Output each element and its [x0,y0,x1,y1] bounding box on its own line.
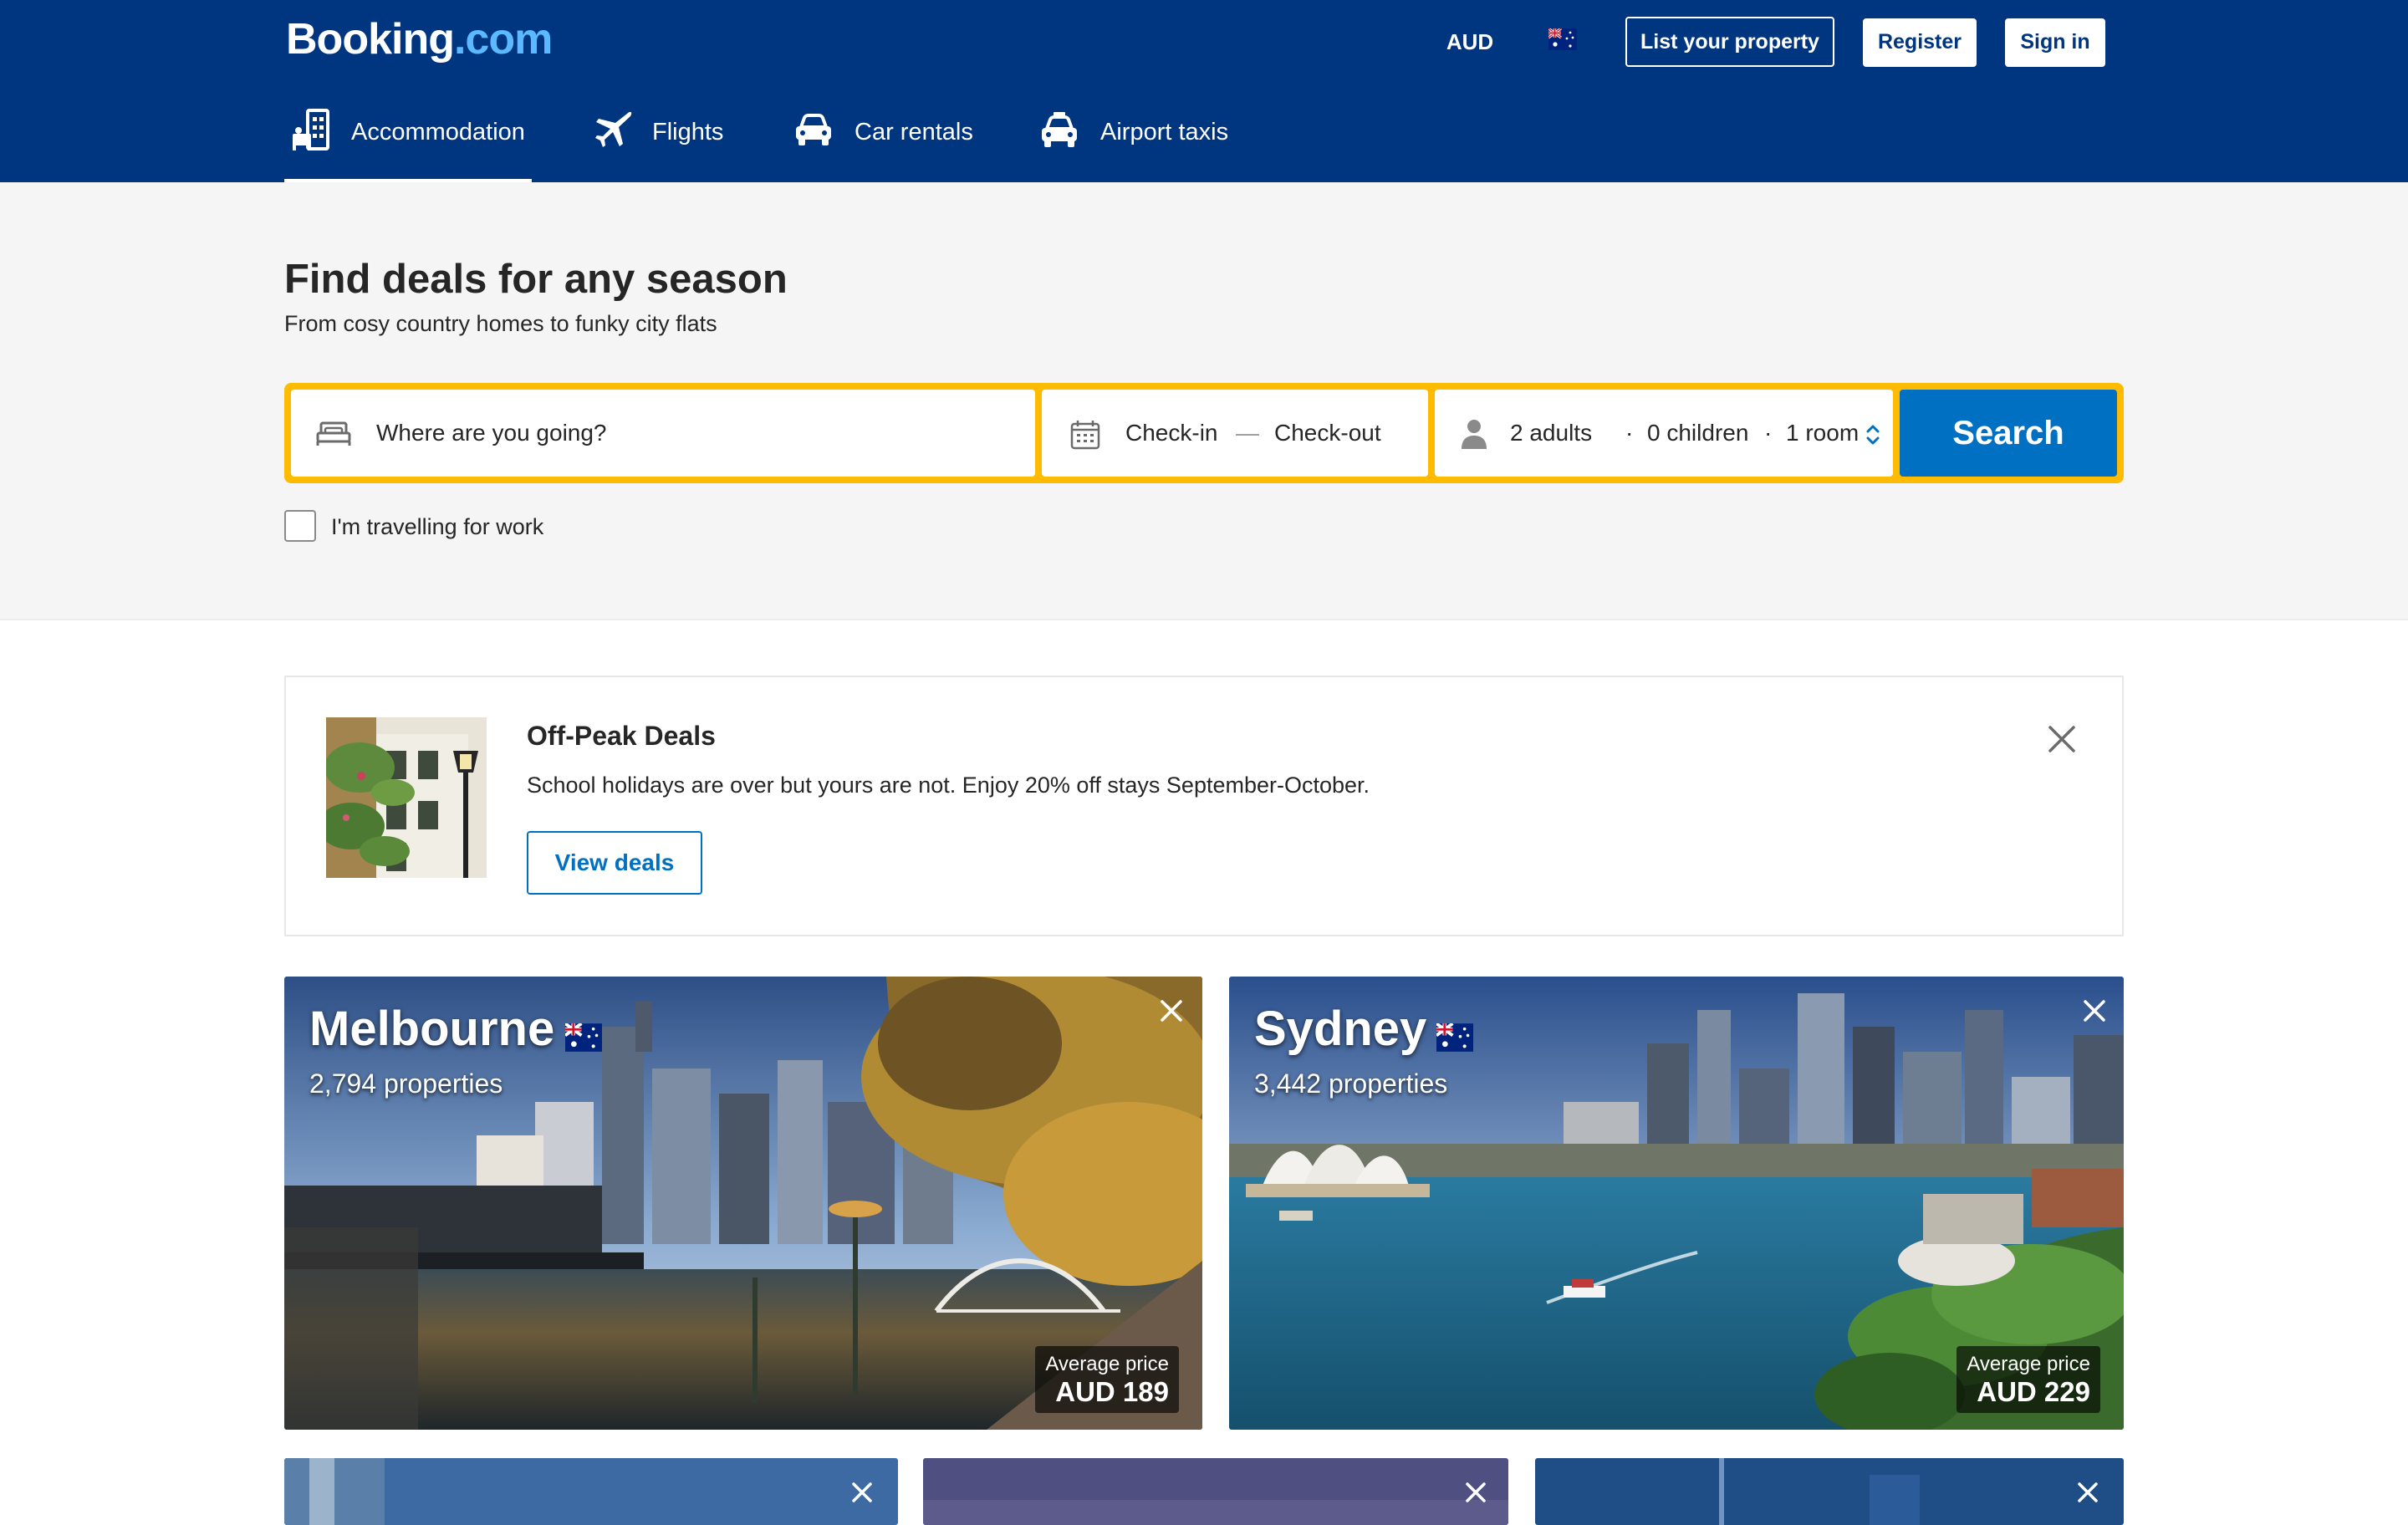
tab-accommodation[interactable]: Accommodation [284,104,532,182]
promo-image [326,717,487,878]
card-city-name: Melbourne [309,1002,555,1056]
separator-dot: · [1625,420,1634,446]
card-city-name: Sydney [1254,1002,1427,1056]
guests-selector[interactable]: 2 adults · 0 children · 1 room [1435,390,1893,477]
work-travel-checkbox[interactable] [284,510,316,542]
chevron-up-down-icon [1865,423,1881,451]
price-value: AUD 229 [1977,1376,2090,1407]
tab-flights[interactable]: Flights [590,104,732,182]
close-icon[interactable] [1157,997,1186,1025]
destination-card[interactable] [923,1458,1508,1525]
tab-airport-taxis[interactable]: Airport taxis [1038,104,1231,182]
average-price-badge: Average price AUD 229 [1956,1346,2100,1413]
destination-card-sydney[interactable]: Sydney 3,442 properties Average price AU… [1229,977,2124,1430]
destination-photo [284,1458,898,1525]
price-label: Average price [1045,1353,1169,1375]
plane-icon [594,109,634,156]
destination-input[interactable]: Where are you going? [291,390,1035,477]
destination-card-melbourne[interactable]: Melbourne 2,794 properties Average price… [284,977,1202,1430]
search-bar: Where are you going? Check-in — Check-ou… [284,383,2124,483]
close-icon[interactable] [2075,1480,2100,1505]
check-out-label[interactable]: Check-out [1274,418,1381,448]
date-range-picker[interactable]: Check-in — Check-out [1042,390,1428,477]
off-peak-deals-banner [284,676,2124,936]
tab-label: Accommodation [351,119,525,145]
work-travel-label[interactable]: I'm travelling for work [331,512,543,542]
tab-car-rentals[interactable]: Car rentals [793,104,977,182]
separator-dot: · [1764,420,1773,446]
bed-icon [316,421,351,451]
close-icon[interactable] [2043,721,2080,757]
australia-flag-icon[interactable] [1548,27,1577,50]
adults-count: 2 adults [1510,420,1593,446]
close-icon[interactable] [849,1480,875,1505]
currency-selector[interactable]: AUD [1436,23,1503,60]
page-subtitle: From cosy country homes to funky city fl… [284,311,717,336]
price-value: AUD 189 [1055,1376,1169,1407]
register-button[interactable]: Register [1863,18,1977,67]
page-title: Find deals for any season [284,257,788,302]
tab-label: Car rentals [855,119,973,145]
tab-label: Flights [652,119,724,145]
destination-card[interactable] [1535,1458,2124,1525]
search-button[interactable]: Search [1900,390,2117,477]
person-icon [1460,418,1488,454]
destination-card[interactable] [284,1458,898,1525]
taxi-icon [1040,110,1079,156]
australia-flag-icon [1435,1022,1473,1052]
calendar-icon [1070,420,1100,454]
list-property-button[interactable]: List your property [1625,17,1834,67]
children-count: 0 children [1647,420,1749,446]
close-icon[interactable] [1463,1480,1488,1505]
card-property-count: 2,794 properties [309,1069,503,1099]
date-separator: — [1236,420,1259,446]
bed-building-icon [291,109,333,159]
rooms-count: 1 room [1786,420,1860,446]
promo-description: School holidays are over but yours are n… [527,773,1370,798]
average-price-badge: Average price AUD 189 [1035,1346,1179,1413]
card-property-count: 3,442 properties [1254,1069,1448,1099]
destination-photo [923,1458,1508,1525]
destination-placeholder: Where are you going? [376,420,607,446]
price-label: Average price [1967,1353,2090,1375]
booking-logo[interactable]: Booking.com [286,10,553,69]
destination-photo [1535,1458,2124,1525]
tab-label: Airport taxis [1100,119,1229,145]
promo-title: Off-Peak Deals [527,721,716,751]
car-icon [794,114,833,154]
sign-in-button[interactable]: Sign in [2005,18,2105,67]
australia-flag-icon [564,1022,602,1052]
check-in-label[interactable]: Check-in [1125,418,1217,448]
close-icon[interactable] [2080,997,2109,1025]
view-deals-button[interactable]: View deals [527,831,702,895]
